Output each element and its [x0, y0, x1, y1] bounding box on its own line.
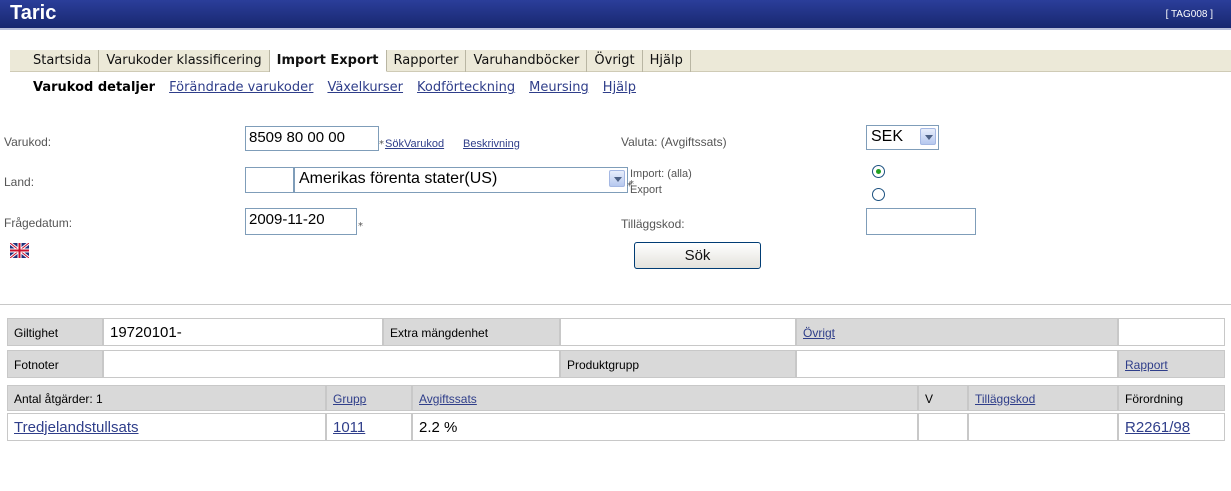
- subnav-hjalp[interactable]: Hjälp: [603, 80, 636, 95]
- menu-item-ovrigt[interactable]: Övrigt: [587, 50, 643, 72]
- avgiftssats-header: Avgiftssats: [412, 385, 918, 411]
- direction-required-mark: *: [627, 181, 632, 192]
- ovrigt-value: [1118, 318, 1225, 346]
- land-label: Land:: [4, 175, 35, 189]
- giltighet-value: 19720101-: [103, 318, 383, 346]
- screen-code: [ TAG008 ]: [1165, 9, 1213, 20]
- antal-atgarder-header: Antal åtgärder: 1: [7, 385, 326, 411]
- subnav-vaxelkurser[interactable]: Växelkurser: [327, 80, 403, 95]
- fragedatum-required-mark: *: [358, 221, 363, 232]
- land-select[interactable]: Amerikas förenta stater(US): [294, 167, 628, 193]
- produktgrupp-label: Produktgrupp: [560, 350, 796, 378]
- table-row-atgard: Tredjelandstullsats: [7, 413, 326, 441]
- table-row-forordning: R2261/98: [1118, 413, 1225, 441]
- fragedatum-label: Frågedatum:: [4, 216, 73, 230]
- subnav-forandrade-varukoder[interactable]: Förändrade varukoder: [169, 80, 313, 95]
- table-row-tillaggskod: [968, 413, 1118, 441]
- land-code-input[interactable]: [245, 167, 294, 193]
- fragedatum-input[interactable]: 2009-11-20: [245, 208, 357, 235]
- extra-mangdenhet-label: Extra mängdenhet: [383, 318, 560, 346]
- forordning-link[interactable]: R2261/98: [1125, 419, 1190, 436]
- menu-item-varuhandbocker[interactable]: Varuhandböcker: [466, 50, 588, 72]
- subnav-varukod-detaljer: Varukod detaljer: [33, 80, 156, 95]
- grupp-sort-link[interactable]: Grupp: [333, 392, 366, 406]
- valuta-select[interactable]: SEK: [866, 125, 939, 150]
- export-radio[interactable]: [872, 188, 885, 201]
- forordning-header: Förordning: [1118, 385, 1225, 411]
- tillaggskod-input[interactable]: [866, 208, 976, 235]
- fotnoter-value: [103, 350, 560, 378]
- sub-navigation: Varukod detaljer Förändrade varukoder Vä…: [33, 80, 650, 95]
- tillaggskod-label: Tilläggskod:: [621, 217, 685, 231]
- extra-mangdenhet-value: [560, 318, 796, 346]
- v-header: V: [918, 385, 968, 411]
- tillaggskod-header: Tilläggskod: [968, 385, 1118, 411]
- menu-item-rapporter[interactable]: Rapporter: [387, 50, 467, 72]
- menu-item-import-export[interactable]: Import Export: [269, 50, 387, 72]
- grupp-link[interactable]: 1011: [333, 419, 365, 436]
- ovrigt-cell: Övrigt: [796, 318, 1118, 346]
- sok-varukod-link[interactable]: SökVarukod: [385, 138, 444, 150]
- fotnoter-label: Fotnoter: [7, 350, 103, 378]
- table-row-grupp: 1011: [326, 413, 412, 441]
- subnav-meursing[interactable]: Meursing: [529, 80, 589, 95]
- subnav-kodforteckning[interactable]: Kodförteckning: [417, 80, 515, 95]
- menu-item-hjalp[interactable]: Hjälp: [643, 50, 691, 72]
- valuta-select-value: SEK: [871, 128, 904, 145]
- result-grid: Giltighet 19720101- Extra mängdenhet Övr…: [0, 304, 1231, 444]
- ovrigt-link[interactable]: Övrigt: [803, 326, 835, 340]
- main-menu: Startsida Varukoder klassificering Impor…: [10, 50, 1231, 72]
- app-title: Taric: [10, 2, 57, 24]
- beskrivning-link[interactable]: Beskrivning: [463, 138, 520, 150]
- uk-flag-icon[interactable]: [10, 243, 29, 258]
- rapport-link[interactable]: Rapport: [1125, 358, 1168, 372]
- varukod-input[interactable]: 8509 80 00 00: [245, 126, 379, 151]
- table-row-avgiftssats: 2.2 %: [412, 413, 918, 441]
- produktgrupp-value: [796, 350, 1118, 378]
- chevron-down-icon: [920, 128, 936, 145]
- menu-item-startsida[interactable]: Startsida: [10, 50, 100, 72]
- table-row-v: [918, 413, 968, 441]
- varukod-required-mark: *: [379, 139, 384, 150]
- export-label: Export: [630, 184, 662, 196]
- giltighet-label: Giltighet: [7, 318, 103, 346]
- chevron-down-icon: [609, 170, 625, 187]
- import-radio[interactable]: [872, 165, 885, 178]
- rapport-cell: Rapport: [1118, 350, 1225, 378]
- atgard-link[interactable]: Tredjelandstullsats: [14, 419, 139, 436]
- import-label: Import: (alla): [630, 168, 692, 180]
- land-select-value: Amerikas förenta stater(US): [299, 170, 498, 187]
- search-button[interactable]: Sök: [634, 242, 761, 269]
- valuta-label: Valuta: (Avgiftssats): [621, 135, 727, 149]
- title-bar: Taric [ TAG008 ]: [0, 0, 1231, 30]
- avgiftssats-sort-link[interactable]: Avgiftssats: [419, 392, 477, 406]
- tillaggskod-sort-link[interactable]: Tilläggskod: [975, 392, 1035, 406]
- grupp-header: Grupp: [326, 385, 412, 411]
- menu-item-varukoder-klassificering[interactable]: Varukoder klassificering: [99, 50, 270, 72]
- varukod-label: Varukod:: [4, 135, 52, 149]
